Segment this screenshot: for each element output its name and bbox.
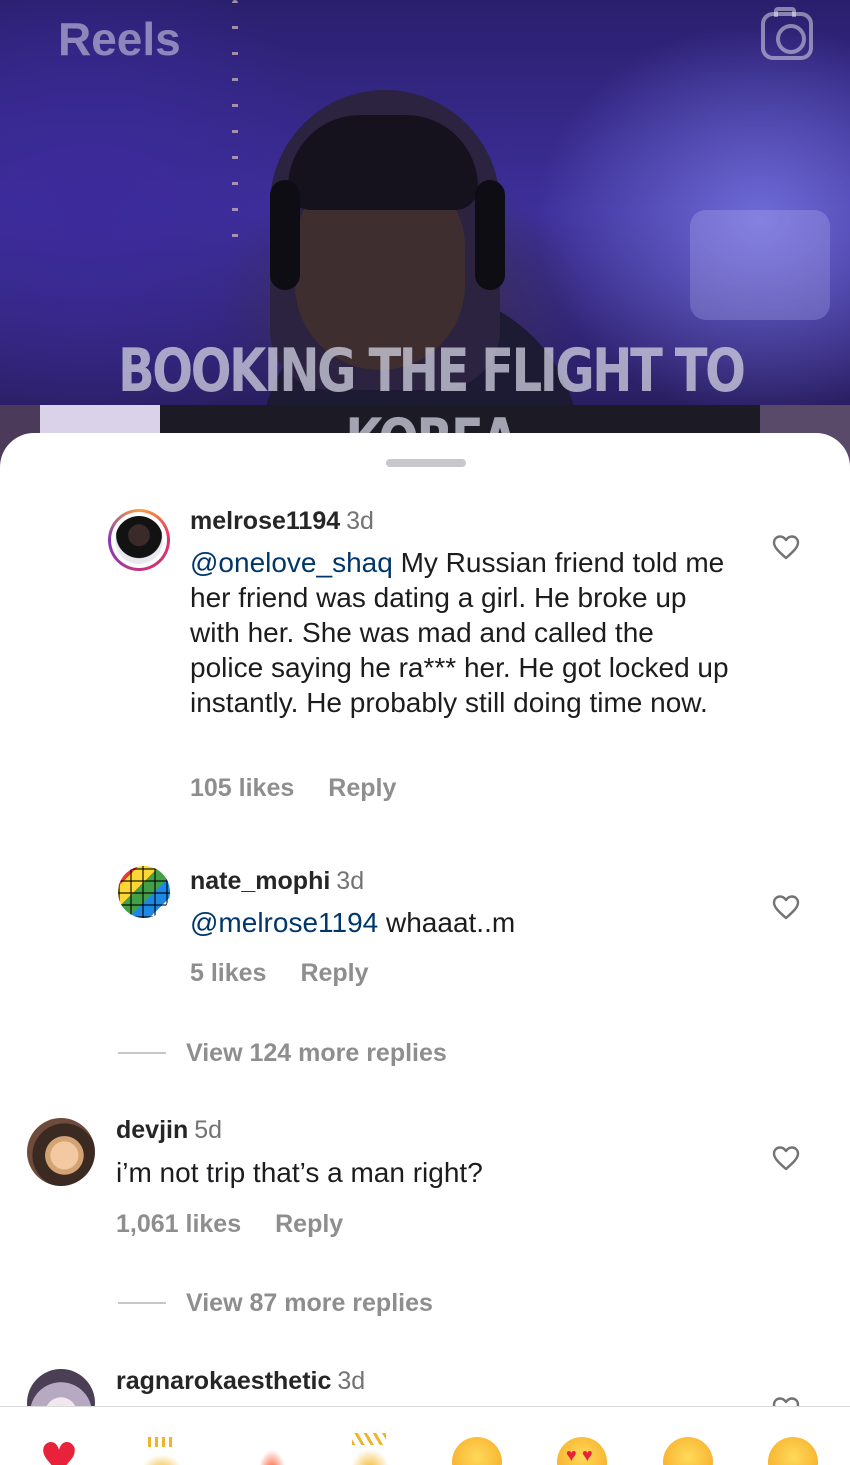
camera-icon[interactable] xyxy=(761,7,813,60)
replies-divider-line xyxy=(118,1052,166,1054)
reply-button[interactable]: Reply xyxy=(275,1210,343,1238)
comment-age: 3d xyxy=(346,507,374,535)
reply-button[interactable]: Reply xyxy=(300,959,368,987)
raising-hands-emoji[interactable] xyxy=(134,1437,190,1465)
likes-count[interactable]: 5 likes xyxy=(190,959,266,987)
emoji-reaction-bar: ♥ xyxy=(0,1406,850,1465)
fairy-lights xyxy=(232,0,238,260)
reply-button[interactable]: Reply xyxy=(328,774,396,802)
tears-of-joy-face-emoji[interactable] xyxy=(768,1437,818,1465)
clapping-hands-emoji[interactable] xyxy=(342,1433,398,1465)
view-more-replies-button[interactable]: View 124 more replies xyxy=(118,1038,447,1068)
comment-text: @onelove_shaq My Russian friend told me … xyxy=(190,547,729,718)
comment-text: i’m not trip that’s a man right? xyxy=(116,1157,483,1188)
comment-text: @melrose1194 whaaat..m xyxy=(190,907,516,938)
comment-header: ragnarokaesthetic 3d xyxy=(116,1366,365,1396)
fire-emoji[interactable] xyxy=(252,1437,292,1465)
sheet-drag-handle[interactable] xyxy=(386,459,466,467)
page-title: Reels xyxy=(58,13,181,65)
avatar[interactable] xyxy=(108,509,170,571)
mention-link[interactable]: @onelove_shaq xyxy=(190,547,393,578)
likes-count[interactable]: 1,061 likes xyxy=(116,1210,241,1238)
heart-outline-icon[interactable] xyxy=(772,1145,802,1175)
comment-username[interactable]: devjin xyxy=(116,1116,188,1144)
likes-count[interactable]: 105 likes xyxy=(190,774,294,802)
view-more-replies-button[interactable]: View 87 more replies xyxy=(118,1288,433,1318)
heart-outline-icon[interactable] xyxy=(772,534,802,564)
background-lamp xyxy=(690,210,830,320)
comment-username[interactable]: nate_mophi xyxy=(190,867,330,895)
reel-video[interactable]: BOOKING THE FLIGHT TO KOREA Reels xyxy=(0,0,850,470)
comment-header: melrose1194 3d xyxy=(190,506,374,536)
comment-header: devjin 5d xyxy=(116,1115,222,1145)
comment-meta: 105 likes Reply xyxy=(190,773,396,803)
mention-link[interactable]: @melrose1194 xyxy=(190,907,378,938)
comment-meta: 1,061 likes Reply xyxy=(116,1209,343,1239)
comment-header: nate_mophi 3d xyxy=(190,866,364,896)
heart-eyes-face-emoji[interactable] xyxy=(557,1437,607,1465)
heart-outline-icon[interactable] xyxy=(772,894,802,924)
red-heart-emoji[interactable]: ♥ xyxy=(34,1435,84,1465)
comment-meta: 5 likes Reply xyxy=(190,958,369,988)
comment-age: 3d xyxy=(337,1367,366,1395)
avatar[interactable] xyxy=(118,866,170,918)
comment-username[interactable]: melrose1194 xyxy=(190,507,340,535)
comments-sheet: melrose1194 3d @onelove_shaq My Russian f… xyxy=(0,433,850,1465)
comment-age: 5d xyxy=(194,1116,223,1144)
avatar[interactable] xyxy=(27,1118,95,1186)
astonished-face-emoji[interactable] xyxy=(663,1437,713,1465)
replies-divider-line xyxy=(118,1302,166,1304)
crying-laughing-face-emoji[interactable] xyxy=(452,1437,502,1465)
comment-age: 3d xyxy=(336,867,365,895)
comment-username[interactable]: ragnarokaesthetic xyxy=(116,1367,331,1395)
